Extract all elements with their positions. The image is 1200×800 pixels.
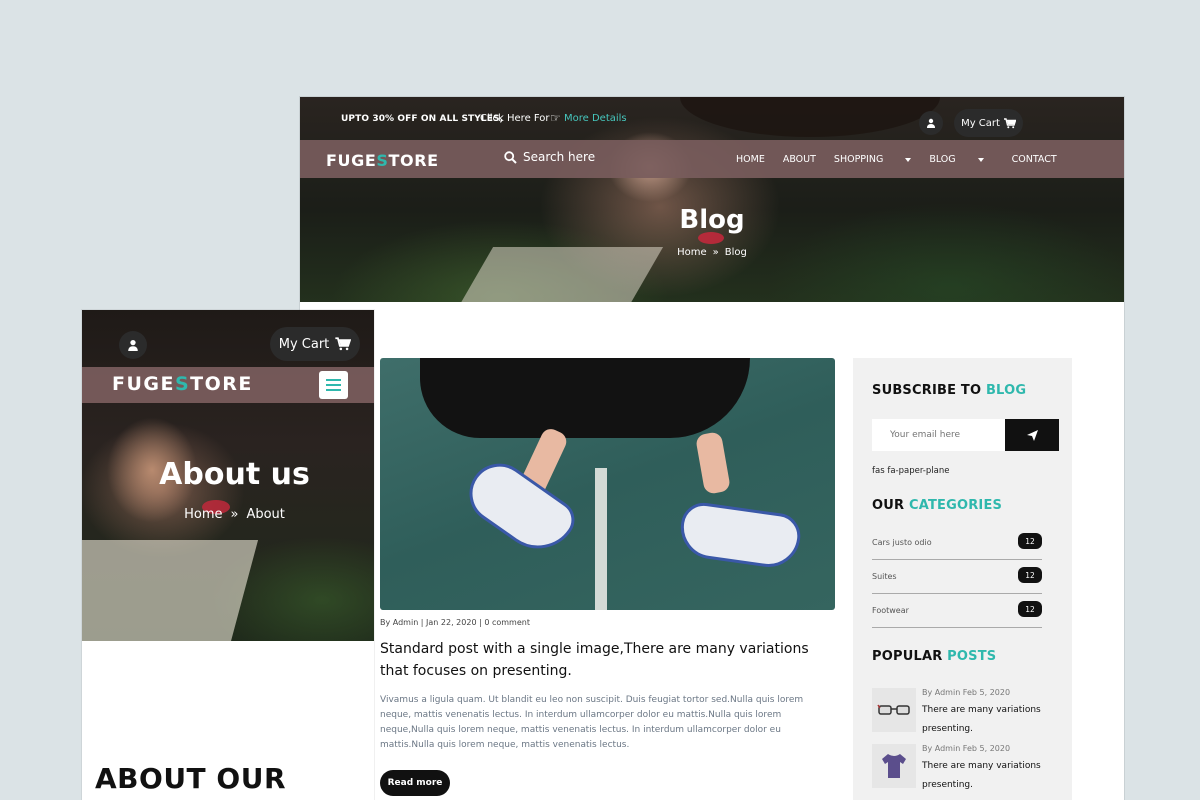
popular-post-thumbnail <box>872 744 916 788</box>
category-name: Footwear <box>872 606 909 615</box>
cart-label: My Cart <box>278 336 330 352</box>
account-button[interactable] <box>919 111 943 135</box>
caret-down-icon <box>977 157 984 162</box>
breadcrumb-home[interactable]: Home <box>184 507 222 522</box>
user-icon <box>927 118 935 128</box>
category-name: Suites <box>872 572 897 581</box>
paper-plane-icon <box>1026 429 1038 441</box>
popular-post-date: By Admin Feb 5, 2020 <box>922 688 1011 697</box>
category-name: Cars justo odio <box>872 538 932 547</box>
hand-pointer-icon: ☞ <box>550 111 561 125</box>
nav-item-shopping[interactable]: SHOPPING <box>834 154 912 165</box>
site-logo[interactable]: FUGESTORE <box>326 151 439 170</box>
nav-item-contact[interactable]: CONTACT <box>1012 154 1057 165</box>
cart-button[interactable]: My Cart <box>954 109 1023 137</box>
nav-item-blog[interactable]: BLOG <box>929 154 984 165</box>
search-icon <box>504 150 517 164</box>
mobile-breadcrumb: Home » About <box>82 507 374 522</box>
icon-placeholder-text: fas fa-paper-plane <box>872 466 950 476</box>
promo-text: UPTO 30% OFF ON ALL STYLES, <box>341 114 504 124</box>
read-more-button[interactable]: Read more <box>380 770 450 796</box>
nav-item-about[interactable]: ABOUT <box>783 154 816 165</box>
popular-post-date: By Admin Feb 5, 2020 <box>922 744 1011 753</box>
breadcrumb-current: Blog <box>724 247 747 258</box>
main-navbar: FUGESTORE Search here HOME ABOUT SHOPPIN… <box>300 140 1124 178</box>
category-count-badge: 12 <box>1018 601 1042 617</box>
page-title: Blog <box>679 205 745 235</box>
subscribe-button[interactable] <box>1005 419 1059 451</box>
mobile-site-logo[interactable]: FUGESTORE <box>112 373 253 395</box>
post-image[interactable] <box>380 358 835 610</box>
click-here-text: Click Here For <box>480 113 550 124</box>
breadcrumb-current: About <box>246 507 285 522</box>
popular-posts-heading: POPULAR POSTS <box>872 649 997 664</box>
category-item[interactable]: Suites 12 <box>872 562 1042 594</box>
cart-icon <box>1003 117 1016 128</box>
search-input[interactable]: Search here <box>523 150 595 164</box>
cart-label: My Cart <box>961 117 1000 129</box>
email-field[interactable] <box>872 419 1005 451</box>
breadcrumb-home[interactable]: Home <box>677 247 707 258</box>
search-box[interactable]: Search here <box>504 150 595 164</box>
about-section-heading: ABOUT OUR <box>95 762 286 795</box>
category-item[interactable]: Cars justo odio 12 <box>872 528 1042 560</box>
double-chevron-right-icon: » <box>230 507 239 522</box>
mobile-preview: My Cart FUGESTORE About us Home » About AB… <box>82 310 374 800</box>
post-meta: By Admin | Jan 22, 2020 | 0 comment <box>380 618 530 627</box>
category-count-badge: 12 <box>1018 567 1042 583</box>
popular-post-title: There are many variations presenting. <box>922 705 1041 734</box>
cart-icon <box>335 337 352 351</box>
more-details-link[interactable]: More Details <box>564 113 627 124</box>
breadcrumb: Home » Blog <box>300 247 1124 258</box>
nav-menu: HOME ABOUT SHOPPING BLOG CONTACT <box>736 154 1075 165</box>
popular-post-item[interactable]: By Admin Feb 5, 2020 There are many vari… <box>872 688 1062 738</box>
tshirt-icon <box>882 754 906 778</box>
post-title[interactable]: Standard post with a single image,There … <box>380 638 835 682</box>
mobile-navbar: FUGESTORE <box>82 367 374 403</box>
glasses-icon <box>877 704 910 715</box>
popular-post-title: There are many variations presenting. <box>922 761 1041 790</box>
mobile-page-title: About us <box>159 457 310 492</box>
hamburger-menu-icon[interactable] <box>319 371 348 399</box>
blog-sidebar: SUBSCRIBE TO BLOG fas fa-paper-plane OUR… <box>853 358 1072 800</box>
user-icon <box>128 339 138 351</box>
mobile-account-button[interactable] <box>119 331 147 359</box>
popular-post-thumbnail <box>872 688 916 732</box>
desktop-preview: UPTO 30% OFF ON ALL STYLES, Click Here F… <box>300 97 1124 800</box>
caret-down-icon <box>905 157 912 162</box>
categories-heading: OUR CATEGORIES <box>872 498 1003 513</box>
category-count-badge: 12 <box>1018 533 1042 549</box>
double-chevron-right-icon: » <box>712 247 719 258</box>
popular-post-item[interactable]: By Admin Feb 5, 2020 There are many vari… <box>872 744 1062 794</box>
top-bar: UPTO 30% OFF ON ALL STYLES, Click Here F… <box>300 97 1124 140</box>
mobile-cart-button[interactable]: My Cart <box>270 327 360 361</box>
subscribe-heading: SUBSCRIBE TO BLOG <box>872 383 1027 398</box>
nav-item-home[interactable]: HOME <box>736 154 765 165</box>
post-excerpt: Vivamus a ligula quam. Ut blandit eu leo… <box>380 695 804 750</box>
category-item[interactable]: Footwear 12 <box>872 596 1042 628</box>
